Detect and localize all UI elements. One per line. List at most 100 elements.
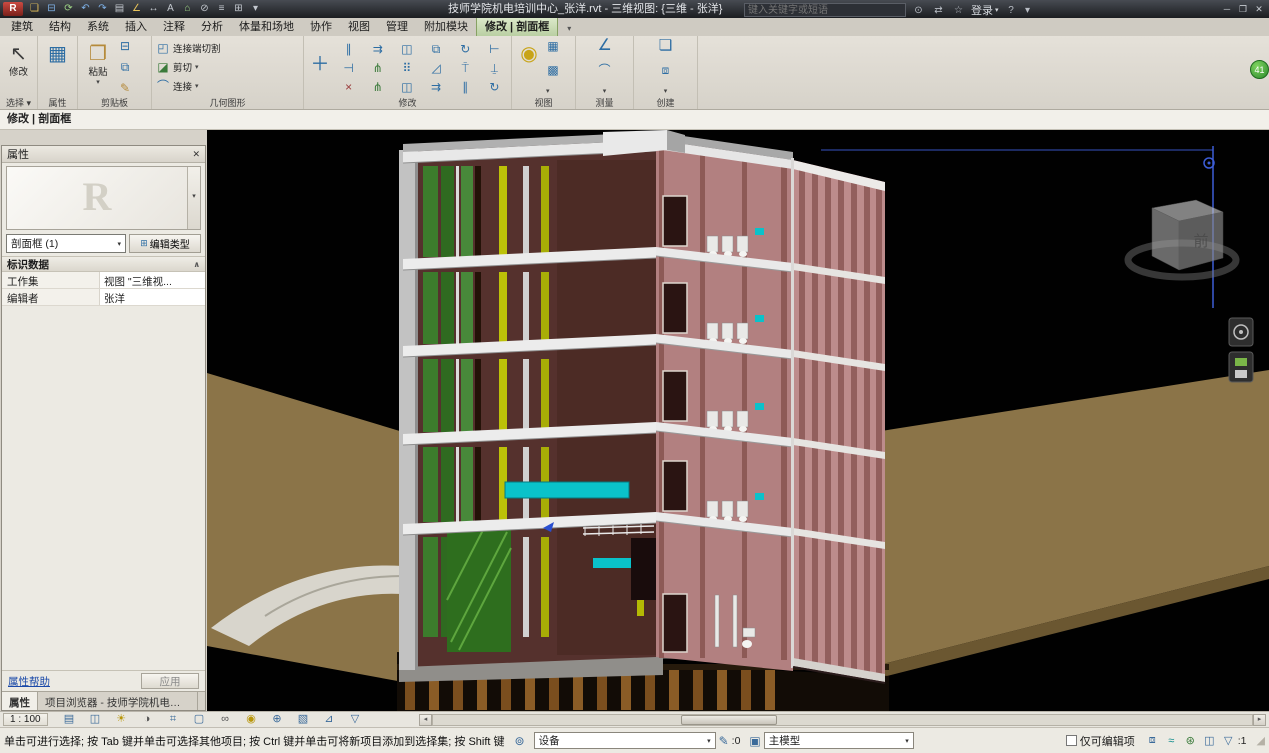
- trim-icon[interactable]: ⊢: [487, 42, 501, 56]
- hide-elements-icon[interactable]: ▩: [546, 63, 560, 77]
- viewcube-face-label[interactable]: 前: [1193, 233, 1208, 250]
- select-by-face-icon[interactable]: ◫: [1200, 734, 1219, 747]
- scroll-right-icon[interactable]: ▸: [1253, 714, 1266, 726]
- align-icon[interactable]: ∥: [342, 42, 356, 56]
- sync-icon[interactable]: ⟳: [60, 0, 77, 18]
- worksets-icon[interactable]: ⊚: [515, 734, 525, 748]
- filter-icon[interactable]: ▽: [1219, 734, 1238, 747]
- text-icon[interactable]: A: [162, 0, 179, 18]
- visual-style-icon[interactable]: ◫: [82, 712, 108, 727]
- sun-path-icon[interactable]: ☀: [108, 712, 134, 727]
- measure-icon[interactable]: ∠: [128, 0, 145, 18]
- edit-type-button[interactable]: ⊞ 编辑类型: [129, 234, 201, 253]
- tab-collaborate[interactable]: 协作: [302, 16, 340, 36]
- paste-button[interactable]: ❐ 粘贴 ▾: [80, 38, 116, 96]
- active-design-option-dropdown[interactable]: 主模型 ▾: [764, 732, 914, 749]
- type-preview[interactable]: R ▾: [6, 166, 201, 230]
- tab-architecture[interactable]: 建筑: [3, 16, 41, 36]
- app-menu-button[interactable]: R: [3, 2, 23, 16]
- drawing-area[interactable]: 前: [207, 130, 1269, 711]
- close-icon[interactable]: ✕: [1251, 0, 1267, 18]
- measure-arc-icon[interactable]: ⌒: [598, 63, 612, 77]
- detail-level-icon[interactable]: ▤: [56, 712, 82, 727]
- properties-button[interactable]: ▦: [40, 38, 75, 96]
- unpin-icon[interactable]: ⍊: [487, 61, 501, 75]
- rotate-icon[interactable]: ↻: [458, 42, 472, 56]
- help-dropdown-icon[interactable]: ▾: [1024, 5, 1032, 16]
- split-with-gap-icon[interactable]: ⋔: [371, 80, 385, 94]
- properties-help-link[interactable]: 属性帮助: [8, 674, 50, 689]
- tab-properties-palette[interactable]: 属性: [2, 692, 38, 710]
- join-end-cut-button[interactable]: ◰ 连接端切割: [156, 39, 299, 58]
- ribbon-state-toggle-icon[interactable]: ▾: [563, 21, 575, 36]
- edit-requests-icon[interactable]: ✎: [719, 734, 729, 748]
- cut-geometry-button[interactable]: ◪ 剪切 ▾: [156, 58, 299, 77]
- collapse-section-icon[interactable]: ∧: [194, 260, 201, 269]
- tab-manage[interactable]: 管理: [378, 16, 416, 36]
- building-mid-section[interactable]: [656, 132, 793, 671]
- copy-to-clipboard-icon[interactable]: ⧉: [118, 60, 132, 74]
- notification-badge[interactable]: 41: [1250, 60, 1269, 79]
- split-icon[interactable]: ⋔: [371, 61, 385, 75]
- search-input[interactable]: [744, 3, 906, 17]
- scroll-left-icon[interactable]: ◂: [419, 714, 432, 726]
- properties-header[interactable]: 属性 ✕: [2, 146, 205, 163]
- redo-icon[interactable]: ↷: [94, 0, 111, 18]
- delete-icon[interactable]: ×: [342, 80, 356, 94]
- aligned-dimension-icon[interactable]: ↔: [145, 0, 162, 18]
- editable-only-checkbox[interactable]: [1066, 735, 1077, 746]
- select-underlay-icon[interactable]: ≈: [1162, 735, 1181, 747]
- tab-analyze[interactable]: 分析: [193, 16, 231, 36]
- qat-customize-icon[interactable]: ▾: [247, 0, 264, 18]
- thin-lines-icon[interactable]: ≡: [213, 0, 230, 18]
- tab-insert[interactable]: 插入: [117, 16, 155, 36]
- exchange-apps-icon[interactable]: ⇄: [931, 5, 946, 16]
- type-selector-dropdown[interactable]: 剖面框 (1) ▾: [6, 234, 126, 253]
- switch-windows-icon[interactable]: ⊞: [230, 0, 247, 18]
- undo-icon[interactable]: ↶: [77, 0, 94, 18]
- temporary-view-properties-icon[interactable]: ▧: [290, 712, 316, 727]
- offset-copy-icon[interactable]: ⇉: [429, 80, 443, 94]
- workset-value[interactable]: 视图 "三维视...: [100, 272, 205, 288]
- shadows-icon[interactable]: ◑: [134, 712, 160, 727]
- modify-button[interactable]: ↖ 修改: [2, 38, 35, 96]
- scale-button[interactable]: 1 : 100: [3, 713, 48, 726]
- match-type-icon[interactable]: ✎: [118, 81, 132, 95]
- design-options-icon[interactable]: ▣: [749, 734, 760, 748]
- close-palette-icon[interactable]: ✕: [192, 149, 200, 160]
- mirror-axis-icon[interactable]: ◫: [400, 80, 414, 94]
- restore-icon[interactable]: ❐: [1235, 0, 1251, 18]
- mirror-icon[interactable]: ◫: [400, 42, 414, 56]
- search-icon[interactable]: ⊙: [911, 5, 926, 16]
- edited-by-value[interactable]: 张洋: [100, 289, 205, 305]
- favorites-icon[interactable]: ☆: [951, 5, 966, 16]
- select-pinned-icon[interactable]: ⊛: [1181, 734, 1200, 747]
- tab-view[interactable]: 视图: [340, 16, 378, 36]
- override-graphics-icon[interactable]: ▦: [546, 39, 560, 53]
- scale-icon[interactable]: ◿: [429, 61, 443, 75]
- tab-structure[interactable]: 结构: [41, 16, 79, 36]
- join-geometry-button[interactable]: ⌒ 连接 ▾: [156, 76, 299, 95]
- panel-select-label[interactable]: 选择 ▾: [0, 97, 37, 109]
- hide-in-view-button[interactable]: ◉: [514, 38, 544, 96]
- reveal-constraints-icon[interactable]: ▽: [342, 712, 368, 727]
- show-crop-icon[interactable]: ▢: [186, 712, 212, 727]
- tab-systems[interactable]: 系统: [79, 16, 117, 36]
- array-icon[interactable]: ⠿: [400, 61, 414, 75]
- type-preview-dropdown-icon[interactable]: ▾: [187, 167, 200, 229]
- tab-annotate[interactable]: 注释: [155, 16, 193, 36]
- analytical-model-icon[interactable]: ⊿: [316, 712, 342, 727]
- create-group-icon[interactable]: ⧈: [659, 63, 673, 77]
- section-icon[interactable]: ⊘: [196, 0, 213, 18]
- select-links-icon[interactable]: ⧈: [1143, 734, 1162, 747]
- login-button[interactable]: 登录 ▾: [971, 2, 999, 18]
- tab-project-browser[interactable]: 项目浏览器 - 技师学院机电培训...: [38, 692, 198, 710]
- save-icon[interactable]: ⊟: [43, 0, 60, 18]
- tab-modify-section-box[interactable]: 修改 | 剖面框: [476, 15, 558, 36]
- default-3d-view-icon[interactable]: ⌂: [179, 0, 196, 18]
- apply-button[interactable]: 应用: [141, 673, 199, 689]
- temporary-hide-isolate-icon[interactable]: ∞: [212, 712, 238, 727]
- print-icon[interactable]: ▤: [111, 0, 128, 18]
- pin-icon[interactable]: ⍑: [458, 61, 472, 75]
- measure-angle-icon[interactable]: ∠: [598, 39, 612, 53]
